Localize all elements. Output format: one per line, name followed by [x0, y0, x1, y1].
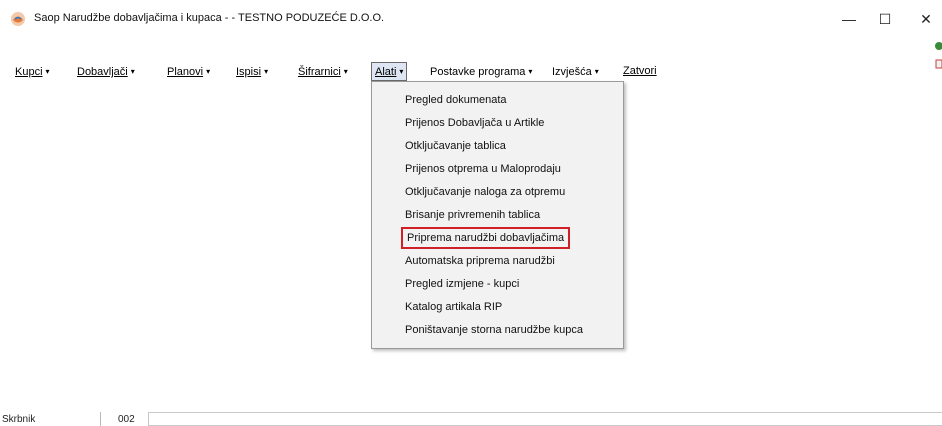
menu-label: Ispisi	[236, 66, 262, 78]
status-code: 002	[118, 414, 135, 425]
menu-item-priprema-narudzbi[interactable]: Priprema narudžbi dobavljačima	[401, 227, 571, 249]
chevron-down-icon: ▾	[206, 67, 211, 76]
menu-item-ponistavanje-storna[interactable]: Poništavanje storna narudžbe kupca	[405, 321, 583, 339]
menu-kupci[interactable]: Kupci ▾	[12, 63, 53, 80]
menu-zatvori[interactable]: Zatvori	[620, 63, 660, 80]
menu-label: Planovi	[167, 66, 204, 78]
menu-label: Alati	[375, 66, 397, 78]
title-bar: Saop Narudžbe dobavljačima i kupaca - - …	[0, 0, 942, 38]
close-icon: ✕	[920, 10, 932, 27]
menu-item-otkljucavanje-tablica[interactable]: Otključavanje tablica	[405, 137, 506, 155]
menu-item-prijenos-dobavljaca[interactable]: Prijenos Dobavljača u Artikle	[405, 114, 544, 132]
menu-item-prijenos-otprema[interactable]: Prijenos otprema u Maloprodaju	[405, 160, 561, 178]
maximize-button[interactable]: ☐	[865, 6, 905, 32]
menu-label: Šifrarnici	[298, 66, 341, 78]
status-user: Skrbnik	[2, 414, 36, 425]
status-bar: Skrbnik 002	[0, 412, 942, 426]
menu-item-katalog-artikala[interactable]: Katalog artikala RIP	[405, 298, 502, 316]
menu-dobavljaci[interactable]: Dobavljači ▾	[74, 63, 138, 80]
menu-sifrarnici[interactable]: Šifrarnici ▾	[295, 63, 351, 80]
minimize-button[interactable]: —	[829, 6, 869, 32]
menu-label: Izvješća	[552, 66, 592, 78]
app-icon	[11, 12, 25, 26]
menu-izvjesca[interactable]: Izvješća ▾	[549, 63, 602, 80]
chevron-down-icon: ▾	[130, 67, 135, 76]
window-title: Saop Narudžbe dobavljačima i kupaca - - …	[34, 12, 385, 24]
close-button[interactable]: ✕	[906, 6, 942, 32]
menu-label: Zatvori	[623, 65, 657, 77]
chevron-down-icon: ▾	[343, 67, 348, 76]
menu-item-pregled-izmjene[interactable]: Pregled izmjene - kupci	[405, 275, 519, 293]
menu-planovi[interactable]: Planovi ▾	[164, 63, 213, 80]
chevron-down-icon: ▾	[45, 67, 50, 76]
menu-item-brisanje-tablica[interactable]: Brisanje privremenih tablica	[405, 206, 540, 224]
alati-dropdown-menu: Pregled dokumenata Prijenos Dobavljača u…	[371, 81, 624, 349]
menu-label: Postavke programa	[430, 66, 526, 78]
status-divider	[100, 412, 101, 426]
main-menubar: Kupci ▾ Dobavljači ▾ Planovi ▾ Ispisi ▾ Šifr…	[0, 60, 942, 82]
chevron-down-icon: ▾	[399, 67, 404, 76]
minimize-icon: —	[842, 11, 856, 27]
menu-alati[interactable]: Alati ▾	[371, 62, 408, 81]
menu-label: Dobavljači	[77, 66, 128, 78]
chevron-down-icon: ▾	[264, 67, 269, 76]
chevron-down-icon: ▾	[594, 67, 599, 76]
menu-item-pregled-dokumenata[interactable]: Pregled dokumenata	[405, 91, 507, 109]
menu-postavke-programa[interactable]: Postavke programa ▾	[427, 63, 535, 80]
chevron-down-icon: ▾	[528, 67, 533, 76]
maximize-icon: ☐	[878, 10, 892, 27]
menu-item-automatska-priprema[interactable]: Automatska priprema narudžbi	[405, 252, 555, 270]
menu-label: Kupci	[15, 66, 43, 78]
menu-item-otkljucavanje-naloga[interactable]: Otključavanje naloga za otpremu	[405, 183, 565, 201]
menu-ispisi[interactable]: Ispisi ▾	[233, 63, 271, 80]
status-message-box	[148, 412, 942, 426]
